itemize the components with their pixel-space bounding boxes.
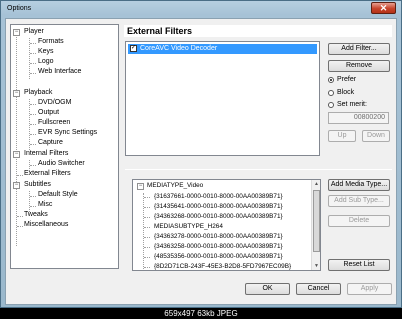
tree-connector bbox=[144, 197, 150, 198]
window-title: Options bbox=[7, 5, 32, 12]
tree-connector bbox=[144, 267, 150, 268]
merit-set-label: Set merit: bbox=[337, 101, 367, 108]
tree-connector bbox=[30, 104, 36, 105]
radio-icon bbox=[328, 90, 334, 96]
section-divider bbox=[125, 169, 392, 170]
media-subtype-item[interactable]: {34363268-0000-0010-8000-00AA00389B71} bbox=[154, 212, 283, 222]
up-button[interactable]: Up bbox=[328, 130, 356, 142]
tree-connector bbox=[30, 43, 36, 44]
tree-connector bbox=[144, 227, 150, 228]
options-client-area: − Player Formats Keys Logo Web Interface… bbox=[5, 18, 397, 305]
media-subtype-item[interactable]: {8D2D71CB-243F-45E3-B2D8-5FD7967EC09B} bbox=[154, 262, 291, 270]
options-window: Options ✕ − Player Formats Keys Logo Web… bbox=[0, 0, 402, 308]
radio-selected-icon bbox=[328, 77, 334, 83]
tree-connector bbox=[30, 73, 36, 74]
tree-connector bbox=[17, 216, 23, 217]
close-button[interactable]: ✕ bbox=[371, 2, 396, 14]
tree-connector bbox=[144, 207, 150, 208]
merit-block-radio[interactable]: Block bbox=[328, 88, 354, 98]
tree-item-output[interactable]: Output bbox=[38, 108, 59, 118]
merit-block-label: Block bbox=[337, 89, 355, 96]
media-subtype-item[interactable]: {34363258-0000-0010-8000-00AA00389B71} bbox=[154, 242, 283, 252]
filter-list-item[interactable]: ✓ CoreAVC Video Decoder bbox=[128, 44, 317, 54]
tree-item-web-interface[interactable]: Web Interface bbox=[38, 67, 81, 77]
page-title: External Filters bbox=[124, 25, 392, 37]
media-subtype-item[interactable]: {48535356-0000-0010-8000-00AA00389B71} bbox=[154, 252, 283, 262]
media-type-root[interactable]: MEDIATYPE_Video bbox=[147, 181, 203, 191]
tree-connector bbox=[16, 33, 17, 246]
tree-item-tweaks[interactable]: Tweaks bbox=[24, 210, 48, 220]
radio-icon bbox=[328, 102, 334, 108]
merit-prefer-radio[interactable]: Prefer bbox=[328, 75, 356, 85]
tree-item-default-style[interactable]: Default Style bbox=[38, 190, 78, 200]
tree-item-evr-sync-settings[interactable]: EVR Sync Settings bbox=[38, 128, 97, 138]
tree-item-keys[interactable]: Keys bbox=[38, 47, 54, 57]
tree-connector bbox=[17, 175, 23, 176]
reset-list-button[interactable]: Reset List bbox=[328, 259, 390, 271]
tree-item-misc[interactable]: Misc bbox=[38, 200, 52, 210]
tree-item-fullscreen[interactable]: Fullscreen bbox=[38, 118, 70, 128]
tree-item-miscellaneous[interactable]: Miscellaneous bbox=[24, 220, 68, 230]
scroll-down-icon[interactable]: ▼ bbox=[313, 262, 320, 270]
tree-connector bbox=[144, 237, 150, 238]
external-filter-list[interactable]: ✓ CoreAVC Video Decoder bbox=[125, 41, 320, 156]
filter-enabled-checkbox[interactable]: ✓ bbox=[130, 45, 137, 52]
media-types-tree[interactable]: − MEDIATYPE_Video {31637661-0000-0010-80… bbox=[132, 179, 321, 271]
remove-button[interactable]: Remove bbox=[328, 60, 390, 72]
tree-connector bbox=[30, 124, 36, 125]
collapse-icon[interactable]: − bbox=[137, 183, 144, 190]
tree-item-dvd-ogm[interactable]: DVD/OGM bbox=[38, 98, 71, 108]
tree-connector bbox=[30, 196, 36, 197]
merit-value-field[interactable]: 00800200 bbox=[328, 112, 389, 124]
collapse-icon[interactable]: − bbox=[13, 29, 20, 36]
image-info-caption: 659x497 63kb JPEG bbox=[0, 308, 402, 319]
add-filter-button[interactable]: Add Filter... bbox=[328, 43, 390, 55]
merit-prefer-label: Prefer bbox=[337, 76, 357, 83]
add-media-type-button[interactable]: Add Media Type... bbox=[328, 179, 390, 191]
tree-connector bbox=[30, 114, 36, 115]
scrollbar-thumb[interactable] bbox=[313, 190, 320, 252]
merit-set-radio[interactable]: Set merit: bbox=[328, 100, 367, 110]
collapse-icon[interactable]: − bbox=[13, 182, 20, 189]
ok-button[interactable]: OK bbox=[245, 283, 290, 295]
tree-item-formats[interactable]: Formats bbox=[38, 37, 64, 47]
delete-button[interactable]: Delete bbox=[328, 215, 390, 227]
tree-connector bbox=[17, 226, 23, 227]
collapse-icon[interactable]: − bbox=[13, 151, 20, 158]
scroll-up-icon[interactable]: ▲ bbox=[313, 180, 320, 188]
media-subtype-item[interactable]: {31637661-0000-0010-8000-00AA00389B71} bbox=[154, 192, 283, 202]
media-subtype-item[interactable]: MEDIASUBTYPE_H264 bbox=[154, 222, 223, 232]
tree-item-audio-switcher[interactable]: Audio Switcher bbox=[38, 159, 85, 169]
apply-button[interactable]: Apply bbox=[347, 283, 392, 295]
tree-connector bbox=[30, 63, 36, 64]
tree-connector bbox=[30, 53, 36, 54]
tree-connector bbox=[30, 144, 36, 145]
tree-item-logo[interactable]: Logo bbox=[38, 57, 54, 67]
filter-name: CoreAVC Video Decoder bbox=[140, 45, 218, 52]
cancel-button[interactable]: Cancel bbox=[296, 283, 341, 295]
collapse-icon[interactable]: − bbox=[13, 90, 20, 97]
tree-connector bbox=[29, 191, 30, 212]
tree-connector bbox=[144, 257, 150, 258]
tree-item-player[interactable]: Player bbox=[24, 27, 44, 37]
tree-item-subtitles[interactable]: Subtitles bbox=[24, 180, 51, 190]
tree-connector bbox=[30, 165, 36, 166]
tree-item-playback[interactable]: Playback bbox=[24, 88, 52, 98]
media-subtype-item[interactable]: {31435641-0000-0010-8000-00AA00389B71} bbox=[154, 202, 283, 212]
media-subtype-item[interactable]: {34363278-0000-0010-8000-00AA00389B71} bbox=[154, 232, 283, 242]
tree-connector bbox=[144, 247, 150, 248]
add-sub-type-button[interactable]: Add Sub Type... bbox=[328, 195, 390, 207]
down-button[interactable]: Down bbox=[362, 130, 390, 142]
tree-item-external-filters[interactable]: External Filters bbox=[24, 169, 71, 179]
tree-connector bbox=[30, 134, 36, 135]
tree-connector bbox=[144, 217, 150, 218]
tree-connector bbox=[30, 206, 36, 207]
vertical-scrollbar[interactable]: ▲ ▼ bbox=[311, 180, 320, 270]
title-bar[interactable]: Options ✕ bbox=[1, 1, 401, 17]
tree-item-internal-filters[interactable]: Internal Filters bbox=[24, 149, 68, 159]
options-tree[interactable]: − Player Formats Keys Logo Web Interface… bbox=[10, 24, 119, 269]
tree-item-capture[interactable]: Capture bbox=[38, 138, 63, 148]
close-icon: ✕ bbox=[379, 3, 388, 13]
